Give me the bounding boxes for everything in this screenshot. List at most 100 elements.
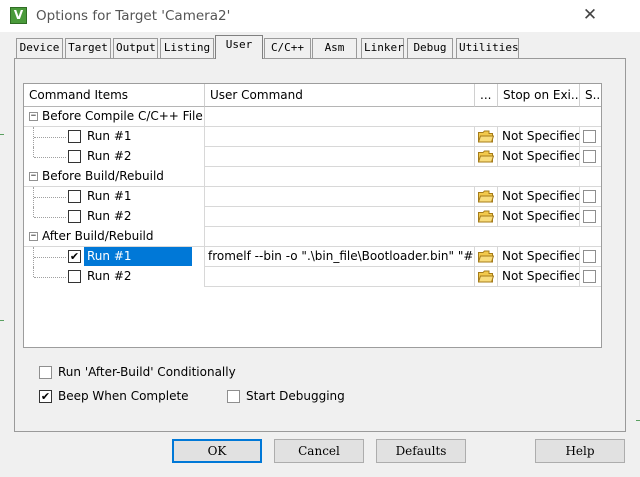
run-row[interactable]: Run #2 Not Specified	[24, 147, 601, 167]
user-command-field[interactable]	[205, 207, 475, 227]
run-item-cell: Run #1	[24, 187, 205, 207]
beep-checkbox[interactable]: ✔	[39, 390, 52, 403]
run-row[interactable]: Run #1 Not Specified	[24, 127, 601, 147]
collapse-minus-icon[interactable]: −	[29, 172, 38, 181]
empty-cell	[205, 167, 601, 187]
run-label: Run #1	[87, 189, 132, 203]
s-checkbox[interactable]	[583, 150, 596, 163]
run-item-cell: Run #2	[24, 147, 205, 167]
s-checkbox[interactable]	[583, 250, 596, 263]
stop-on-exit-field[interactable]: Not Specified	[498, 267, 580, 287]
user-command-field[interactable]	[205, 267, 475, 287]
run-enable-checkbox[interactable]	[68, 210, 81, 223]
s-cell[interactable]	[580, 127, 601, 147]
run-row[interactable]: Run #2 Not Specified	[24, 207, 601, 227]
header-command-items[interactable]: Command Items	[24, 84, 205, 107]
stop-on-exit-field[interactable]: Not Specified	[498, 187, 580, 207]
tab-listing[interactable]: Listing	[160, 38, 214, 58]
group-name-cell: − Before Compile C/C++ File	[24, 107, 205, 127]
options-dialog: Device Target Output Listing User C/C++ …	[0, 32, 640, 477]
tab-device[interactable]: Device	[16, 38, 63, 58]
run-row[interactable]: ✔ Run #1 fromelf --bin -o ".\bin_file\Boot…	[24, 247, 601, 267]
group-row[interactable]: − Before Compile C/C++ File	[24, 107, 601, 127]
tab-target[interactable]: Target	[65, 38, 111, 58]
stop-on-exit-field[interactable]: Not Specified	[498, 247, 580, 267]
s-checkbox[interactable]	[583, 210, 596, 223]
start-debugging-label: Start Debugging	[246, 389, 345, 403]
run-row[interactable]: Run #2 Not Specified	[24, 267, 601, 287]
run-enable-checkbox[interactable]	[68, 150, 81, 163]
tab-utilities[interactable]: Utilities	[456, 38, 519, 58]
s-checkbox[interactable]	[583, 190, 596, 203]
s-cell[interactable]	[580, 247, 601, 267]
user-command-field[interactable]: fromelf --bin -o ".\bin_file\Bootloader.…	[205, 247, 475, 267]
defaults-button[interactable]: Defaults	[376, 439, 466, 463]
tree-line	[34, 197, 66, 198]
close-button[interactable]: ✕	[576, 2, 604, 30]
group-row[interactable]: − Before Build/Rebuild	[24, 167, 601, 187]
tab-output[interactable]: Output	[113, 38, 158, 58]
run-label: Run #2	[87, 209, 132, 223]
run-enable-checkbox[interactable]	[68, 190, 81, 203]
run-enable-checkbox[interactable]	[68, 270, 81, 283]
run-item-cell: Run #2	[24, 207, 205, 227]
tab-cpp[interactable]: C/C++	[264, 38, 311, 58]
run-row[interactable]: Run #1 Not Specified	[24, 187, 601, 207]
browse-button[interactable]	[475, 207, 498, 227]
group-row[interactable]: − After Build/Rebuild	[24, 227, 601, 247]
stop-on-exit-field[interactable]: Not Specified	[498, 147, 580, 167]
tree-line	[34, 217, 66, 218]
run-enable-checkbox[interactable]	[68, 130, 81, 143]
run-item-cell: ✔ Run #1	[24, 247, 205, 267]
browse-button[interactable]	[475, 127, 498, 147]
s-cell[interactable]	[580, 147, 601, 167]
tree-line	[33, 267, 34, 277]
run-after-build-label: Run 'After-Build' Conditionally	[58, 365, 236, 379]
user-command-field[interactable]	[205, 187, 475, 207]
s-cell[interactable]	[580, 207, 601, 227]
run-item-cell: Run #2	[24, 267, 205, 287]
header-s[interactable]: S...	[580, 84, 601, 107]
folder-open-icon	[478, 250, 494, 263]
stop-on-exit-field[interactable]: Not Specified	[498, 127, 580, 147]
stop-on-exit-field[interactable]: Not Specified	[498, 207, 580, 227]
s-cell[interactable]	[580, 267, 601, 287]
user-command-grid: Command Items User Command ... Stop on E…	[23, 83, 602, 348]
s-checkbox[interactable]	[583, 130, 596, 143]
run-label: Run #1	[87, 129, 132, 143]
s-cell[interactable]	[580, 187, 601, 207]
folder-open-icon	[478, 130, 494, 143]
header-stop-on-exit[interactable]: Stop on Exi...	[498, 84, 580, 107]
folder-open-icon	[478, 270, 494, 283]
tab-asm[interactable]: Asm	[312, 38, 357, 58]
edge-marker	[0, 320, 4, 321]
edge-marker	[636, 420, 640, 421]
tab-debug[interactable]: Debug	[407, 38, 453, 58]
run-after-build-checkbox[interactable]	[39, 366, 52, 379]
browse-button[interactable]	[475, 267, 498, 287]
user-command-field[interactable]	[205, 147, 475, 167]
help-button[interactable]: Help	[535, 439, 625, 463]
header-user-command[interactable]: User Command	[205, 84, 475, 107]
tab-user[interactable]: User	[215, 35, 263, 59]
group-name-cell: − After Build/Rebuild	[24, 227, 205, 247]
browse-button[interactable]	[475, 247, 498, 267]
tree-line	[34, 157, 66, 158]
user-command-field[interactable]	[205, 127, 475, 147]
edge-marker	[0, 134, 4, 135]
cancel-button[interactable]: Cancel	[274, 439, 364, 463]
collapse-minus-icon[interactable]: −	[29, 232, 38, 241]
header-browse[interactable]: ...	[475, 84, 498, 107]
run-label: Run #2	[87, 149, 132, 163]
s-checkbox[interactable]	[583, 270, 596, 283]
start-debugging-checkbox[interactable]	[227, 390, 240, 403]
folder-open-icon	[478, 190, 494, 203]
beep-label: Beep When Complete	[58, 389, 189, 403]
folder-open-icon	[478, 150, 494, 163]
collapse-minus-icon[interactable]: −	[29, 112, 38, 121]
run-enable-checkbox[interactable]: ✔	[68, 250, 81, 263]
ok-button[interactable]: OK	[172, 439, 262, 463]
tab-linker[interactable]: Linker	[361, 38, 404, 58]
browse-button[interactable]	[475, 147, 498, 167]
browse-button[interactable]	[475, 187, 498, 207]
